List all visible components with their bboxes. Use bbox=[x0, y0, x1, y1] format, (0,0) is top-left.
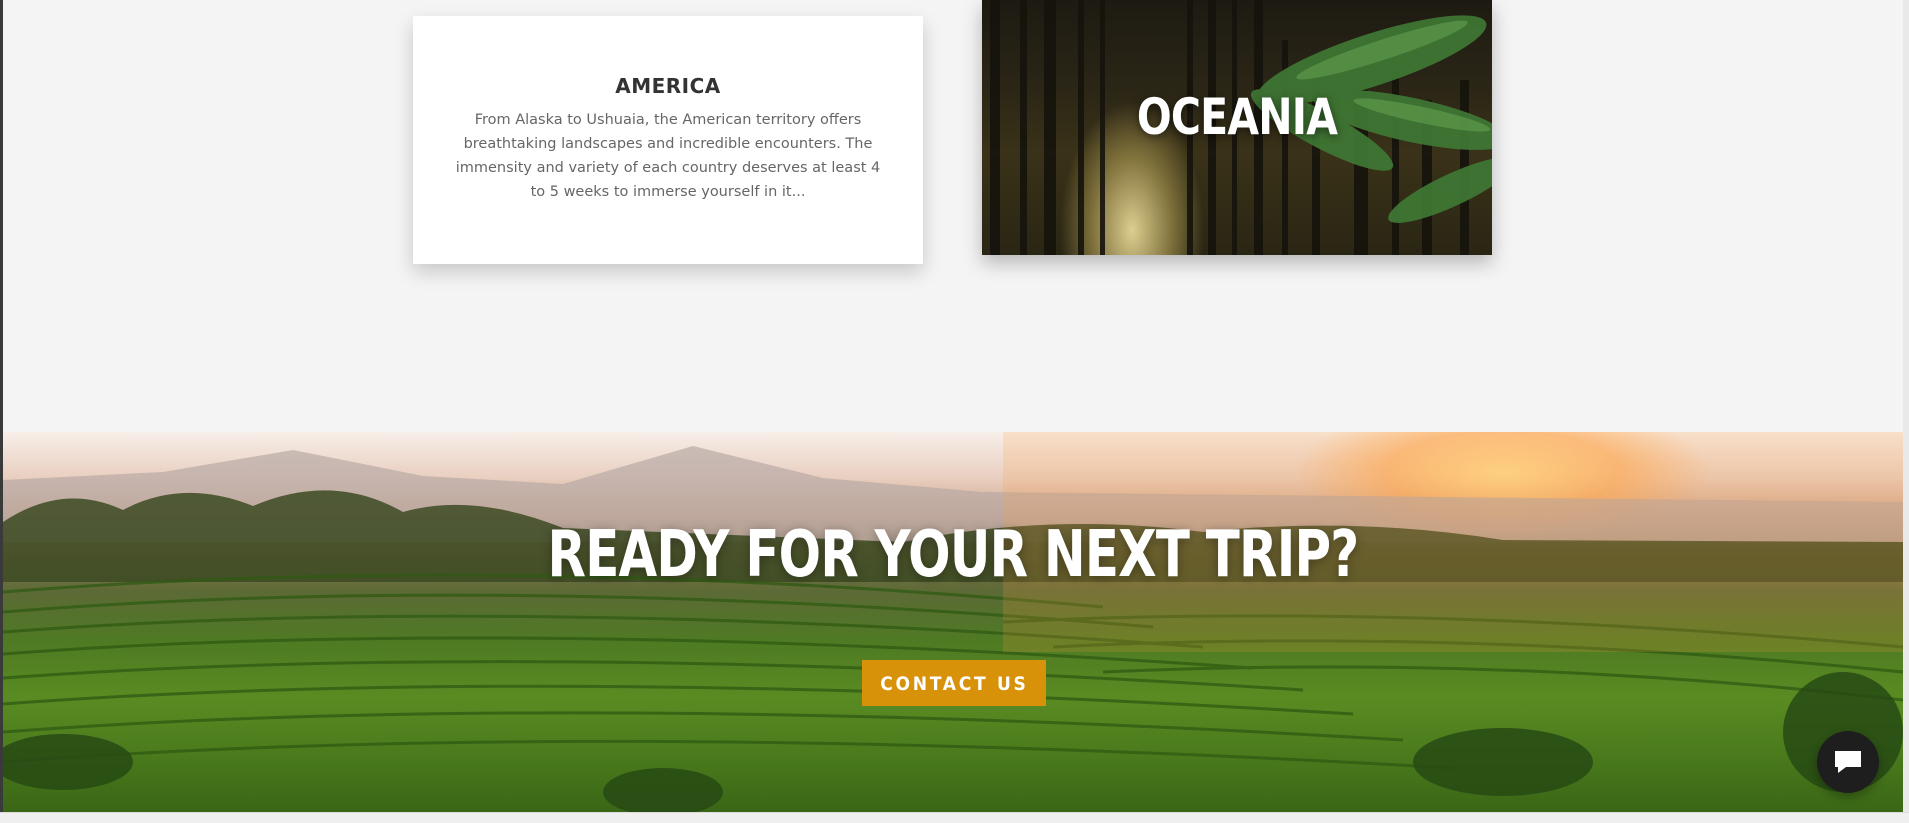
contact-us-label: CONTACT US bbox=[879, 673, 1029, 695]
chat-bubble-icon bbox=[1835, 751, 1861, 773]
footer-edge bbox=[0, 812, 1909, 823]
banner-headline: READY FOR YOUR NEXT TRIP? bbox=[547, 518, 1360, 592]
cta-banner: READY FOR YOUR NEXT TRIP? CONTACT US bbox=[3, 432, 1903, 812]
rice-terrace-image bbox=[3, 432, 1903, 812]
america-card[interactable]: AMERICA From Alaska to Ushuaia, the Amer… bbox=[413, 16, 923, 264]
chat-launcher-button[interactable] bbox=[1817, 731, 1879, 793]
america-card-description: From Alaska to Ushuaia, the American ter… bbox=[455, 112, 881, 200]
america-card-title: AMERICA bbox=[615, 74, 721, 98]
oceania-card-title: OCEANIA bbox=[1136, 88, 1338, 146]
oceania-card[interactable]: OCEANIA bbox=[982, 0, 1492, 255]
contact-us-button[interactable]: CONTACT US bbox=[862, 660, 1046, 706]
scrollbar[interactable] bbox=[1903, 0, 1909, 822]
